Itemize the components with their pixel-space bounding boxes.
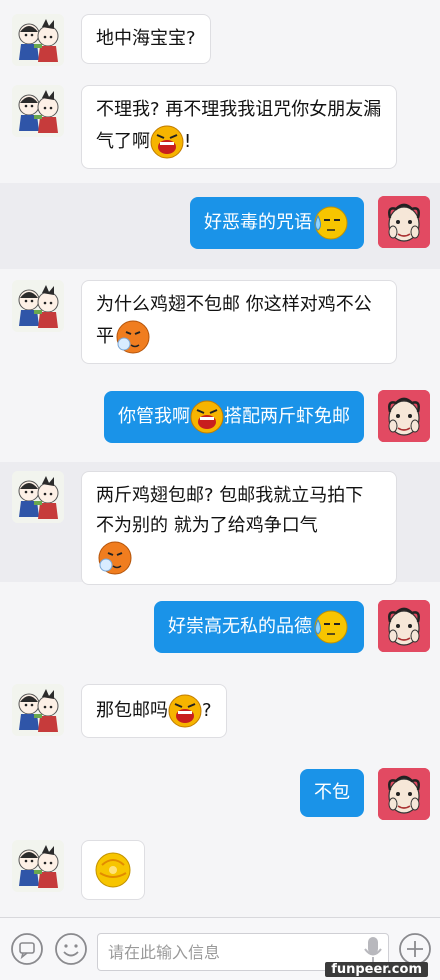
incoming-message-bubble[interactable]	[81, 840, 145, 900]
contact-avatar[interactable]	[12, 840, 64, 892]
self-avatar[interactable]	[378, 196, 430, 248]
watermark: funpeer.com	[325, 962, 428, 977]
sweat-emoji-icon	[314, 610, 348, 644]
incoming-message-bubble[interactable]: 不理我? 再不理我我诅咒你女朋友漏气了啊!	[81, 85, 397, 169]
outgoing-message-bubble[interactable]: 你管我啊 搭配两斤虾免邮	[104, 391, 364, 443]
message-text: ?	[202, 700, 212, 721]
contact-avatar[interactable]	[12, 684, 64, 736]
incoming-message-bubble[interactable]: 为什么鸡翅不包邮 你这样对鸡不公平	[81, 280, 397, 364]
chat-bubble-icon[interactable]	[10, 932, 44, 966]
self-avatar[interactable]	[378, 390, 430, 442]
message-text: 那包邮吗	[96, 700, 168, 721]
contact-avatar[interactable]	[12, 471, 64, 523]
outgoing-message-bubble[interactable]: 好恶毒的咒语	[190, 197, 364, 249]
message-text: 两斤鸡翅包邮? 包邮我就立马拍下 不为别的 就为了给鸡争口气	[96, 485, 364, 536]
sweat-emoji-icon	[314, 206, 348, 240]
message-text: 你管我啊	[118, 406, 190, 427]
contact-avatar[interactable]	[12, 14, 64, 66]
angry-shout-emoji-icon	[150, 125, 184, 159]
incoming-message-bubble[interactable]: 地中海宝宝?	[81, 14, 211, 64]
outgoing-message-bubble[interactable]: 好崇高无私的品德	[154, 601, 364, 653]
plus-icon[interactable]	[398, 932, 432, 966]
message-text: 地中海宝宝?	[96, 28, 196, 49]
self-avatar[interactable]	[378, 600, 430, 652]
contact-avatar[interactable]	[12, 85, 64, 137]
message-text: 不理我? 再不理我我诅咒你女朋友漏气了啊	[96, 99, 382, 152]
sneeze-emoji-icon	[98, 541, 132, 575]
angry-shout-emoji-icon	[168, 694, 202, 728]
contact-avatar[interactable]	[12, 280, 64, 332]
message-text: 好恶毒的咒语	[204, 212, 312, 233]
angry-shout-emoji-icon	[190, 400, 224, 434]
emoji-icon[interactable]	[54, 932, 88, 966]
microphone-icon[interactable]	[360, 932, 386, 966]
outgoing-message-bubble[interactable]: 不包	[300, 769, 364, 817]
message-text: 不包	[314, 782, 350, 803]
incoming-message-bubble[interactable]: 那包邮吗?	[81, 684, 227, 738]
sneeze-emoji-icon	[116, 320, 150, 354]
message-text: !	[184, 131, 192, 152]
spin-emoji-icon	[95, 852, 131, 888]
self-avatar[interactable]	[378, 768, 430, 820]
message-text: 好崇高无私的品德	[168, 616, 312, 637]
message-text: 搭配两斤虾免邮	[224, 406, 350, 427]
incoming-message-bubble[interactable]: 两斤鸡翅包邮? 包邮我就立马拍下 不为别的 就为了给鸡争口气	[81, 471, 397, 585]
